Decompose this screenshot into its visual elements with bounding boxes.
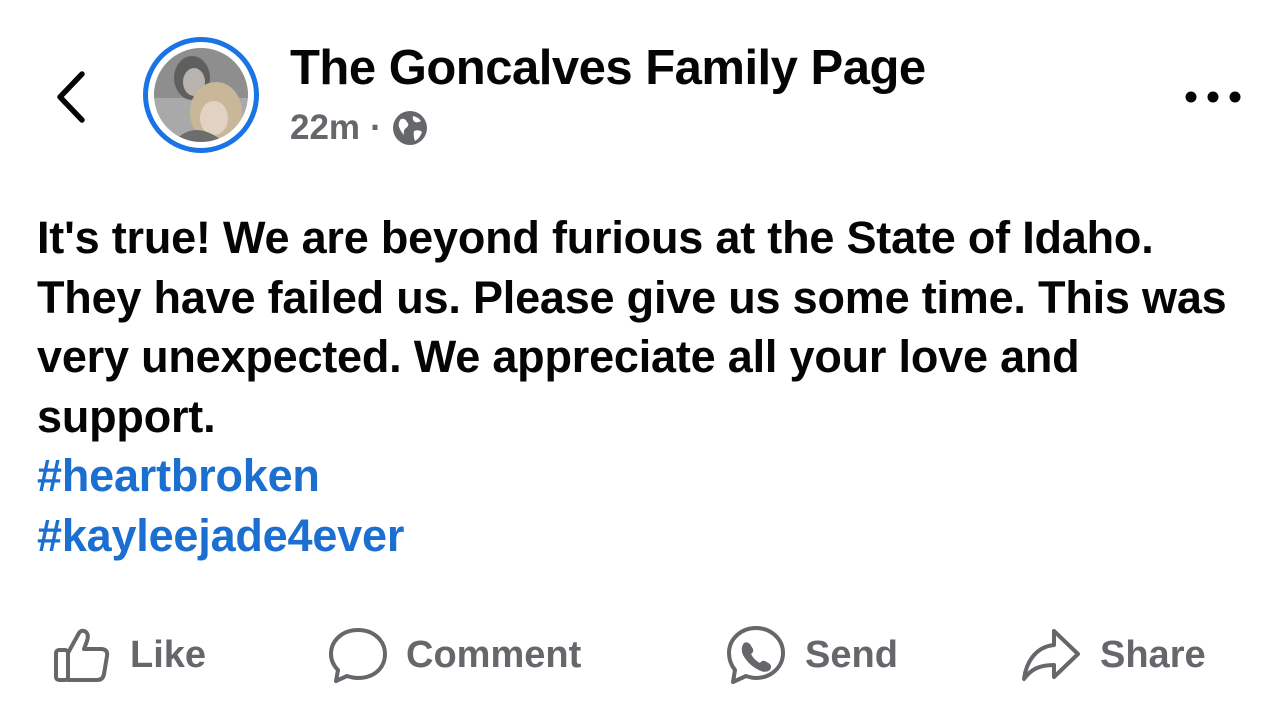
hashtag-link[interactable]: #kayleejade4ever [37, 506, 1257, 566]
comment-label: Comment [406, 633, 582, 676]
post-meta: 22m · [290, 106, 428, 150]
hashtag-link[interactable]: #heartbroken [37, 446, 1257, 506]
back-button[interactable] [48, 62, 96, 132]
meta-separator: · [370, 108, 382, 147]
post-body: It's true! We are beyond furious at the … [37, 208, 1257, 565]
share-label: Share [1100, 633, 1206, 676]
like-label: Like [130, 633, 207, 676]
send-button[interactable]: Send [725, 620, 898, 690]
page-avatar[interactable] [143, 37, 259, 153]
comment-bubble-icon [329, 628, 387, 683]
send-label: Send [805, 633, 898, 676]
post-action-bar: Like Comment Send Share [0, 620, 1284, 690]
post-timestamp[interactable]: 22m [290, 108, 360, 148]
more-options-button[interactable] [1180, 80, 1246, 114]
ellipsis-icon [1185, 91, 1241, 103]
like-button[interactable]: Like [52, 620, 206, 690]
thumbs-up-icon [54, 628, 110, 682]
messenger-icon [727, 626, 785, 684]
page-name[interactable]: The Goncalves Family Page [290, 40, 926, 96]
chevron-left-icon [57, 71, 85, 123]
globe-icon [392, 111, 427, 145]
comment-button[interactable]: Comment [328, 620, 581, 690]
avatar-photo [154, 48, 248, 142]
share-arrow-icon [1022, 629, 1080, 681]
post-text: It's true! We are beyond furious at the … [37, 212, 1227, 442]
share-button[interactable]: Share [1020, 620, 1206, 690]
